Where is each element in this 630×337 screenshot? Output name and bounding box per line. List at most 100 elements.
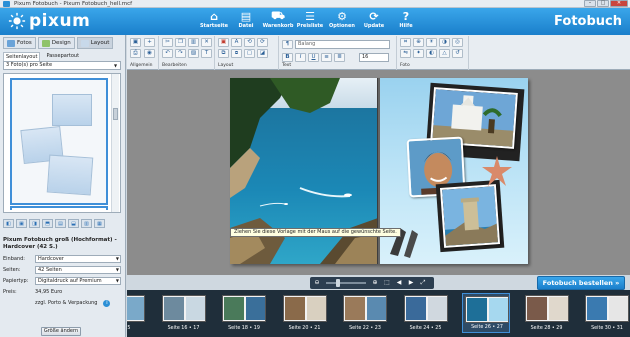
tab-design[interactable]: Design [37,37,75,49]
save-icon[interactable]: ▣ [130,38,141,47]
close-button[interactable]: ✕ [610,0,628,7]
add-photo-icon[interactable]: ▣ [218,38,229,47]
bring-front-icon[interactable]: ⧉ [218,49,229,58]
text-color-icon[interactable]: ≡ [321,53,332,62]
layout-count-select[interactable]: 3 Foto(s) pro Seite ▼ [3,61,121,70]
effects-icon[interactable]: ✦ [413,49,424,58]
add-text-icon[interactable]: A [231,38,242,47]
page-thumbnail[interactable]: Seite 26 • 27 [462,293,510,333]
align-center-icon[interactable]: ▣ [16,219,27,228]
bold-button[interactable]: B [282,53,293,62]
paper-select[interactable]: Digitaldruck auf Premium ▼ [35,277,121,285]
align-middle-icon[interactable]: ▤ [55,219,66,228]
underline-button[interactable]: U [308,53,319,62]
cart-icon: ⛟ [271,9,285,22]
font-size-select[interactable]: 16 [359,53,389,62]
page-thumbnail[interactable]: Seite 18 • 19 [220,293,268,333]
nav-hilfe[interactable]: ? Hilfe [390,10,422,34]
shadow-icon[interactable]: ◪ [257,49,268,58]
align-top-icon[interactable]: ⬒ [42,219,53,228]
print-icon[interactable]: ⎙ [130,49,141,58]
distribute-icon[interactable]: ▥ [81,219,92,228]
fit-page-icon[interactable]: ⬚ [382,279,392,287]
align-right-icon[interactable]: ◨ [29,219,40,228]
order-photobook-button[interactable]: Fotobuch bestellen » [537,276,625,290]
page-thumbnail[interactable]: Seite 16 • 17 [160,293,208,333]
align-text-icon[interactable]: ≣ [334,53,345,62]
sharpen-icon[interactable]: △ [439,49,450,58]
text-style-icon[interactable]: ¶ [282,40,293,49]
crop-icon[interactable]: ⌗ [400,38,411,47]
text-box-icon[interactable]: T [201,49,212,58]
nav-startseite[interactable]: ⌂ Startseite [198,10,230,34]
zoom-slider-handle[interactable] [336,279,340,287]
change-size-button[interactable]: Größe ändern [41,327,81,336]
paste-icon[interactable]: ▥ [188,38,199,47]
nav-datei[interactable]: ▤ Datei [230,10,262,34]
preview-icon[interactable]: ◉ [144,49,155,58]
flip-icon[interactable]: ⇋ [400,49,411,58]
previous-page-icon[interactable]: ◀ [394,279,404,287]
page-thumbnail-label: Seite 22 • 23 [349,326,381,331]
rotate-right-icon[interactable]: ⟳ [257,38,268,47]
page-thumbnail-image [403,295,448,322]
window-title-bar: Pixum Fotobuch - Pixum Fotobuch_hell.mcf… [0,0,630,8]
template-photo-slot [52,94,92,126]
toolbar-group-layout: ▣ A ⟲ ⟳ ⧉ ⧈ ▢ ◪ Layout [215,36,279,70]
zoom-out-icon[interactable]: ⊖ [312,279,322,287]
red-eye-icon[interactable]: ◎ [452,38,463,47]
pages-select[interactable]: 42 Seiten ▼ [35,266,121,274]
page-thumbnail-label: Seite 26 • 27 [471,325,503,330]
page-thumbnail[interactable]: Seite 24 • 25 [402,293,450,333]
tower-photo[interactable] [439,184,501,248]
image-icon[interactable]: ▨ [188,49,199,58]
frame-icon[interactable]: ▢ [244,49,255,58]
delete-icon[interactable]: ✕ [201,38,212,47]
tab-fotos[interactable]: Fotos [3,37,36,49]
page-thumbnail-image [127,295,145,322]
nav-update[interactable]: ⟳ Update [358,10,390,34]
fullscreen-icon[interactable]: ⤢ [418,279,428,287]
copy-icon[interactable]: ❐ [175,38,186,47]
minimize-button[interactable]: – [584,0,596,7]
page-thumbnail-label: Seite 20 • 21 [288,326,321,331]
toolbar-group-allgemein: ▣ + ⎙ ◉ Allgemein [127,36,159,70]
zoom-slider[interactable] [326,279,366,287]
font-select[interactable]: Balang [295,40,390,49]
nav-optionen[interactable]: ⚙ Optionen [326,10,358,34]
next-page-icon[interactable]: ▶ [406,279,416,287]
nav-warenkorb[interactable]: ⛟ Warenkorb [262,9,294,34]
align-left-icon[interactable]: ◧ [3,219,14,228]
italic-button[interactable]: I [295,53,306,62]
page-thumbnail[interactable]: Seite 28 • 29 [523,293,571,333]
align-bottom-icon[interactable]: ⬓ [68,219,79,228]
rotate-left-icon[interactable]: ⟲ [244,38,255,47]
send-back-icon[interactable]: ⧈ [231,49,242,58]
cover-select[interactable]: Hardcover ▼ [35,255,121,263]
template-scrollbar[interactable] [111,74,119,212]
contrast-icon[interactable]: ◑ [439,38,450,47]
toolbar-label-allgemein: Allgemein [130,63,153,68]
redo-icon[interactable]: ↷ [175,49,186,58]
grid-icon[interactable]: ▦ [94,219,105,228]
tab-layout[interactable]: Layout [76,37,114,49]
info-icon[interactable]: i [103,299,111,307]
zoom-in-icon[interactable]: ⊕ [370,279,380,287]
right-page[interactable] [380,78,528,264]
page-thumbnail[interactable]: e • 15 [127,293,147,333]
new-icon[interactable]: + [144,38,155,47]
maximize-button[interactable]: □ [597,0,609,7]
next-template-thumb[interactable] [10,206,108,210]
zoom-photo-icon[interactable]: ⊕ [413,38,424,47]
reset-photo-icon[interactable]: ↺ [452,49,463,58]
page-thumbnail[interactable]: Seite 30 • 31 [583,293,630,333]
brightness-icon[interactable]: ☀ [426,38,437,47]
page-thumbnail[interactable]: Seite 20 • 21 [281,293,329,333]
nav-preisliste[interactable]: ☰ Preisliste [294,10,326,34]
color-icon[interactable]: ◐ [426,49,437,58]
page-thumbnail[interactable]: Seite 22 • 23 [341,293,389,333]
scroll-thumb[interactable] [113,108,118,120]
cut-icon[interactable]: ✂ [162,38,173,47]
undo-icon[interactable]: ↶ [162,49,173,58]
layout-template-thumb[interactable] [10,78,108,205]
